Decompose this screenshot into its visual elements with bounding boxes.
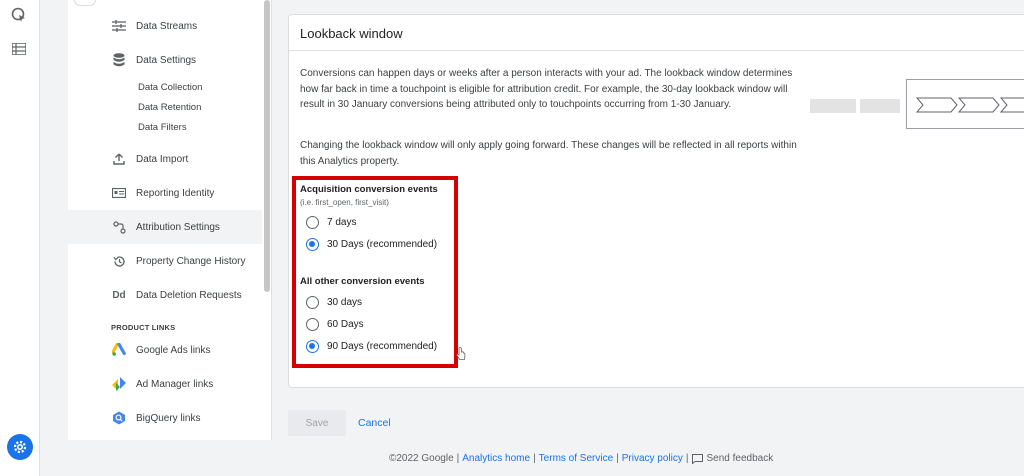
data-streams-icon <box>112 19 126 33</box>
radio-acquisition-7-days[interactable]: 7 days <box>306 216 356 229</box>
sidebar-item-label: Data Settings <box>136 54 197 66</box>
admin-gear-icon[interactable] <box>7 434 33 460</box>
notice-paragraph: Changing the lookback window will only a… <box>300 140 797 167</box>
data-deletion-icon: Dd <box>112 289 126 301</box>
other-group-title: All other conversion events <box>300 276 425 287</box>
sidebar-item-data-import[interactable]: Data Import <box>40 142 262 176</box>
sidebar-item-bigquery-links[interactable]: BigQuery links <box>40 401 262 435</box>
analytics-home-link[interactable]: Analytics home <box>462 453 530 464</box>
sidebar-item-label: Data Import <box>136 153 189 165</box>
sidebar-item-data-streams[interactable]: Data Streams <box>40 9 262 43</box>
explore-icon[interactable] <box>10 6 28 24</box>
sidebar-item-reporting-identity[interactable]: Reporting Identity <box>40 176 262 210</box>
radio-other-30-days[interactable]: 30 days <box>306 296 362 309</box>
privacy-policy-link[interactable]: Privacy policy <box>622 453 683 464</box>
sidebar-item-label: Reporting Identity <box>136 187 215 199</box>
sidebar-item-label: Google Ads links <box>136 344 211 356</box>
sidebar-item-label: Data Streams <box>136 20 198 32</box>
card-divider <box>289 50 1024 51</box>
back-arrow-icon[interactable] <box>74 0 96 6</box>
terms-of-service-link[interactable]: Terms of Service <box>539 453 613 464</box>
page-footer: ©2022 Google | Analytics home | Terms of… <box>389 453 773 464</box>
chevron-row-icon <box>915 97 1024 113</box>
sidebar-subitem-data-collection[interactable]: Data Collection <box>138 82 202 93</box>
radio-other-90-days[interactable]: 90 Days (recommended) <box>306 340 437 353</box>
radio-button-selected[interactable] <box>306 340 319 353</box>
sidebar-item-ad-manager-links[interactable]: Ad Manager links <box>40 367 262 401</box>
timeline-arrow-graphic <box>860 99 900 113</box>
radio-button[interactable] <box>306 216 319 229</box>
radio-label: 7 days <box>327 217 357 228</box>
timeline-arrow-graphic <box>810 99 856 113</box>
lookback-diagram <box>906 79 1024 129</box>
upload-icon <box>112 152 126 166</box>
save-button[interactable]: Save <box>288 410 346 436</box>
sidebar-subitem-data-filters[interactable]: Data Filters <box>138 122 187 133</box>
radio-label: 90 Days (recommended) <box>327 341 438 352</box>
sidebar-item-label: BigQuery links <box>136 412 201 424</box>
acquisition-group-subtitle: (i.e. first_open, first_visit) <box>300 198 389 207</box>
sidebar-subitem-data-retention[interactable]: Data Retention <box>138 102 201 113</box>
google-ads-icon <box>112 343 126 357</box>
acquisition-group-title: Acquisition conversion events <box>300 184 438 195</box>
sidebar-item-label: Data Deletion Requests <box>136 289 242 301</box>
sidebar-item-data-deletion-requests[interactable]: Dd Data Deletion Requests <box>40 278 262 312</box>
send-feedback-link[interactable]: Send feedback <box>707 453 774 464</box>
sidebar-scrollbar[interactable] <box>264 0 270 292</box>
footer-separator: | <box>533 453 536 464</box>
sidebar-item-attribution-settings[interactable]: Attribution Settings <box>40 210 262 244</box>
radio-label: 30 days <box>327 297 363 308</box>
radio-label: 60 Days <box>327 319 364 330</box>
history-icon <box>112 254 126 268</box>
database-icon <box>112 53 126 67</box>
bigquery-icon <box>112 411 126 425</box>
hand-cursor-icon <box>456 347 466 360</box>
list-icon[interactable] <box>10 40 28 58</box>
footer-separator: | <box>456 453 460 464</box>
sidebar-item-google-ads-links[interactable]: Google Ads links <box>40 333 262 367</box>
radio-button-selected[interactable] <box>306 238 319 251</box>
sidebar-item-label: Property Change History <box>136 255 246 267</box>
footer-separator: | <box>685 453 689 464</box>
footer-separator: | <box>616 453 619 464</box>
feedback-icon[interactable] <box>691 453 703 464</box>
radio-button[interactable] <box>306 318 319 331</box>
copyright-text: ©2022 Google <box>389 453 454 464</box>
attribution-icon <box>112 220 126 234</box>
radio-button[interactable] <box>306 296 319 309</box>
product-links-header: PRODUCT LINKS <box>111 323 176 332</box>
ad-manager-icon <box>112 377 126 391</box>
sidebar-item-property-change-history[interactable]: Property Change History <box>40 244 262 278</box>
radio-acquisition-30-days[interactable]: 30 Days (recommended) <box>306 238 437 251</box>
sidebar-item-data-settings[interactable]: Data Settings <box>40 43 262 77</box>
radio-other-60-days[interactable]: 60 Days <box>306 318 364 331</box>
left-rail <box>0 0 40 476</box>
sidebar-item-label: Ad Manager links <box>136 378 214 390</box>
reporting-identity-icon <box>112 186 126 200</box>
cancel-button[interactable]: Cancel <box>358 417 391 429</box>
radio-label: 30 Days (recommended) <box>327 239 438 250</box>
description-paragraph: Conversions can happen days or weeks aft… <box>300 68 793 110</box>
card-title: Lookback window <box>300 26 403 41</box>
sidebar-item-label: Attribution Settings <box>136 221 220 233</box>
